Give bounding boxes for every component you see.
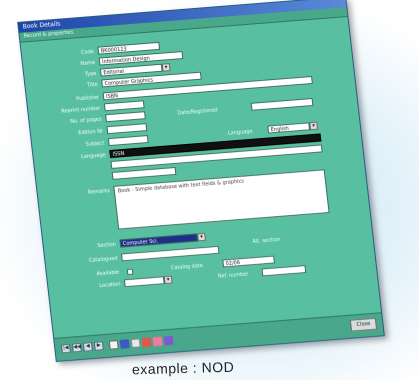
label-pages: No. of pages xyxy=(70,116,103,126)
language-select[interactable]: English xyxy=(267,122,311,134)
print-icon[interactable] xyxy=(152,336,163,347)
label-available: Available xyxy=(96,269,120,278)
label-alt-section: Alt. section xyxy=(252,236,281,246)
edition-field[interactable] xyxy=(106,123,148,135)
label-publisher: Publisher xyxy=(75,94,100,103)
pages-field[interactable] xyxy=(105,111,146,123)
available-checkbox[interactable] xyxy=(126,268,134,276)
label-language: Language xyxy=(80,152,107,161)
ref-number-field[interactable] xyxy=(261,265,307,277)
image-caption: example : NOD xyxy=(131,358,235,378)
type-dropdown-button[interactable]: ▾ xyxy=(161,63,171,72)
new-record-icon[interactable] xyxy=(108,340,119,350)
label-ref-number: Ref. number xyxy=(217,271,249,280)
label-reprint: Reprint number xyxy=(61,105,101,115)
label-title: Title xyxy=(86,81,99,89)
subject-field[interactable] xyxy=(107,135,149,147)
date-registered-field[interactable] xyxy=(250,98,314,111)
language-dropdown-button[interactable]: ▾ xyxy=(309,121,319,131)
prev-record-button[interactable]: ◀ xyxy=(82,342,93,352)
label-catalogued: Catalogued xyxy=(88,255,118,265)
copy-icon[interactable] xyxy=(130,338,141,348)
prev-page-button[interactable]: ◀◀ xyxy=(71,342,82,353)
label-language-right: Language xyxy=(227,128,253,137)
edit-icon[interactable] xyxy=(119,339,130,349)
label-location: Location xyxy=(99,281,121,290)
location-field[interactable] xyxy=(123,276,165,288)
label-section: Section xyxy=(97,241,117,250)
catalogue-field[interactable] xyxy=(120,245,220,262)
first-record-button[interactable]: |◀ xyxy=(60,343,71,354)
delete-icon[interactable] xyxy=(141,337,152,348)
short-field[interactable] xyxy=(111,166,177,180)
reprint-field[interactable] xyxy=(103,100,145,112)
label-name: Name xyxy=(80,59,96,68)
section-select[interactable]: Computer Sci. xyxy=(119,233,199,248)
remarks-textarea[interactable]: Book - Simple database with text fields … xyxy=(113,169,330,230)
catalog-date-field[interactable]: 02/06 xyxy=(222,255,275,268)
close-button[interactable]: Close xyxy=(349,317,378,332)
location-dropdown-button[interactable]: ▾ xyxy=(163,275,173,285)
section-dropdown-button[interactable]: ▾ xyxy=(197,232,207,242)
label-catalog-date: Catalog date xyxy=(170,263,204,272)
label-subject: Subject xyxy=(85,140,105,148)
label-type: Type xyxy=(84,70,97,78)
search-icon[interactable] xyxy=(163,335,174,346)
record-window: Book Details Record & properties Code BK… xyxy=(17,0,385,362)
next-record-button[interactable]: ▶ xyxy=(93,341,104,351)
label-date-registered: Date/Registered xyxy=(177,107,219,117)
label-edition: Edition Nr xyxy=(78,128,104,137)
label-remarks: Remarks xyxy=(87,188,111,196)
label-code: Code xyxy=(80,49,95,56)
